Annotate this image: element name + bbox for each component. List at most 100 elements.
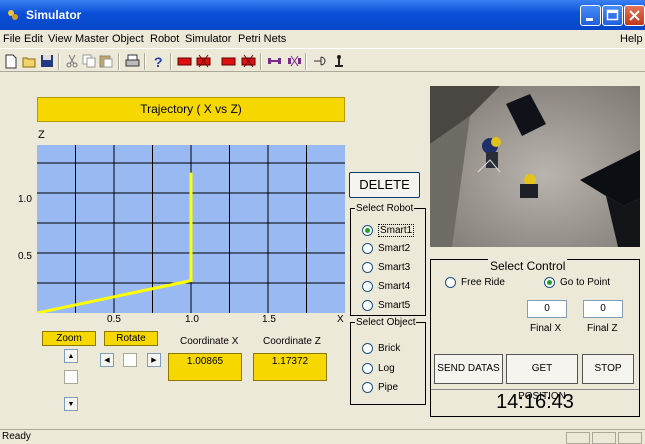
coordinate-z-label: Coordinate Z xyxy=(263,336,321,347)
menu-view[interactable]: View xyxy=(48,33,72,45)
robot-red-x-icon-2[interactable] xyxy=(240,53,256,69)
robot-red-icon[interactable] xyxy=(176,53,192,69)
trajectory-title: Trajectory ( X vs Z) xyxy=(37,97,345,122)
rotate-left-button[interactable]: ◀ xyxy=(100,353,114,367)
select-control-title: Select Control xyxy=(488,259,568,273)
clock-display: 14:16:43 xyxy=(496,391,574,413)
camera-view xyxy=(430,86,640,247)
unlink-icon[interactable] xyxy=(286,53,302,69)
radio-smart4[interactable]: Smart4 xyxy=(362,281,410,292)
select-robot-legend: Select Robot xyxy=(356,203,414,214)
x-tick-label: 1.5 xyxy=(262,314,276,325)
x-tick-label: 1.0 xyxy=(185,314,199,325)
maximize-button[interactable] xyxy=(602,5,623,26)
close-icon xyxy=(629,10,640,21)
menu-simulator[interactable]: Simulator xyxy=(185,33,231,45)
coordinate-z-value: 1.17372 xyxy=(253,353,327,381)
coordinate-x-value: 1.00865 xyxy=(168,353,242,381)
zoom-down-button[interactable]: ▼ xyxy=(64,397,78,411)
print-icon[interactable] xyxy=(124,53,140,69)
x-tick-label: 0.5 xyxy=(107,314,121,325)
x-axis-label: X xyxy=(337,314,344,325)
robot-red-x-icon[interactable] xyxy=(195,53,211,69)
window-title: Simulator xyxy=(26,8,82,22)
rotate-slider-thumb[interactable] xyxy=(123,353,137,367)
zoom-up-button[interactable]: ▲ xyxy=(64,349,78,363)
radio-go-to-point[interactable]: Go to Point xyxy=(544,277,610,288)
radio-selected-icon xyxy=(362,225,373,236)
menu-robot[interactable]: Robot xyxy=(150,33,179,45)
zoom-button[interactable]: Zoom xyxy=(42,331,96,346)
arrow-down-icon: ▼ xyxy=(67,400,75,408)
zoom-slider-thumb[interactable] xyxy=(64,370,78,384)
final-z-input[interactable]: 0 xyxy=(583,300,623,318)
copy-icon[interactable] xyxy=(81,53,97,69)
radio-smart5[interactable]: Smart5 xyxy=(362,300,410,311)
help-icon[interactable]: ? xyxy=(150,53,166,69)
radio-icon xyxy=(362,262,373,273)
radio-pipe[interactable]: Pipe xyxy=(362,382,398,393)
rotate-right-button[interactable]: ▶ xyxy=(147,353,161,367)
radio-icon xyxy=(362,382,373,393)
menu-file[interactable]: File xyxy=(3,33,21,45)
maximize-icon xyxy=(606,9,619,21)
radio-brick[interactable]: Brick xyxy=(362,343,400,354)
radio-icon xyxy=(362,300,373,311)
menu-petri-nets[interactable]: Petri Nets xyxy=(238,33,286,45)
rotate-button[interactable]: Rotate xyxy=(104,331,158,346)
get-position-button[interactable]: GET POSITION xyxy=(506,354,578,402)
radio-smart2[interactable]: Smart2 xyxy=(362,243,410,254)
close-button[interactable] xyxy=(624,5,645,26)
anchor-icon[interactable] xyxy=(331,53,347,69)
menu-bar: File Edit View Master Object Robot Simul… xyxy=(0,30,645,47)
status-pane xyxy=(592,432,616,444)
arrow-right-icon: ▶ xyxy=(151,357,157,364)
mode-icon[interactable] xyxy=(311,53,327,69)
arrow-left-icon: ◀ xyxy=(104,357,110,364)
svg-text:?: ? xyxy=(154,54,163,69)
app-icon xyxy=(8,10,18,20)
stop-button[interactable]: STOP xyxy=(582,354,634,384)
trajectory-plot xyxy=(37,145,345,313)
radio-icon xyxy=(362,363,373,374)
y-tick-label: 1.0 xyxy=(18,194,32,205)
open-folder-icon[interactable] xyxy=(21,53,37,69)
radio-selected-icon xyxy=(544,277,555,288)
coordinate-x-label: Coordinate X xyxy=(180,336,239,347)
radio-icon xyxy=(362,243,373,254)
new-file-icon[interactable] xyxy=(3,53,19,69)
send-datas-button[interactable]: SEND DATAS xyxy=(434,354,503,384)
robot-red-icon-2[interactable] xyxy=(220,53,236,69)
radio-icon xyxy=(362,343,373,354)
radio-log[interactable]: Log xyxy=(362,363,395,374)
radio-free-ride[interactable]: Free Ride xyxy=(445,277,505,288)
radio-smart3[interactable]: Smart3 xyxy=(362,262,410,273)
final-x-input[interactable]: 0 xyxy=(527,300,567,318)
y-axis-label: Z xyxy=(38,129,45,141)
title-bar: Simulator xyxy=(0,0,645,30)
arrow-up-icon: ▲ xyxy=(67,352,75,360)
status-text: Ready xyxy=(2,431,31,442)
save-icon[interactable] xyxy=(39,53,55,69)
paste-icon[interactable] xyxy=(98,53,114,69)
radio-smart1[interactable]: Smart1 xyxy=(362,224,415,237)
toolbar: ? xyxy=(0,48,645,72)
delete-button[interactable]: DELETE xyxy=(349,172,420,198)
final-x-label: Final X xyxy=(530,323,562,334)
menu-edit[interactable]: Edit xyxy=(24,33,43,45)
status-pane xyxy=(566,432,590,444)
menu-help[interactable]: Help xyxy=(620,33,643,45)
divider xyxy=(431,389,639,390)
radio-icon xyxy=(445,277,456,288)
link-icon[interactable] xyxy=(266,53,282,69)
y-tick-label: 0.5 xyxy=(18,251,32,262)
status-pane xyxy=(618,432,642,444)
minimize-button[interactable] xyxy=(580,5,601,26)
cut-icon[interactable] xyxy=(64,53,80,69)
menu-master[interactable]: Master xyxy=(75,33,109,45)
final-z-label: Final Z xyxy=(587,323,618,334)
select-object-legend: Select Object xyxy=(356,317,416,328)
minimize-icon xyxy=(586,18,593,21)
menu-object[interactable]: Object xyxy=(112,33,144,45)
radio-icon xyxy=(362,281,373,292)
